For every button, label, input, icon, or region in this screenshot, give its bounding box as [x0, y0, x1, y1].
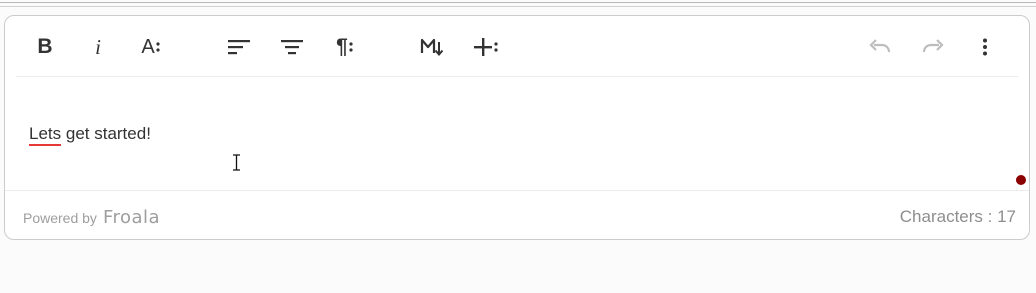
undo-icon	[869, 39, 891, 53]
italic-icon: i	[95, 34, 101, 59]
font-size-icon: A	[141, 36, 160, 59]
align-center-button[interactable]	[275, 31, 309, 63]
rich-text-editor: B i A ¶ Lets get started! Powered by Fro…	[4, 15, 1030, 240]
plus-icon	[473, 37, 499, 57]
italic-button[interactable]: i	[81, 31, 115, 63]
paragraph-icon: ¶	[336, 35, 354, 59]
align-left-icon	[228, 40, 250, 55]
top-divider	[0, 2, 1036, 3]
status-indicator-dot	[1016, 175, 1026, 185]
powered-by[interactable]: Powered by Froala	[23, 207, 160, 228]
editor-toolbar: B i A ¶	[5, 16, 1029, 78]
bold-button[interactable]: B	[28, 31, 62, 63]
more-options-button[interactable]	[968, 31, 1002, 63]
insert-more-button[interactable]	[469, 31, 503, 63]
markdown-button[interactable]	[416, 31, 450, 63]
editor-footer: Powered by Froala Characters : 17	[5, 191, 1029, 240]
markdown-icon	[420, 38, 444, 57]
redo-icon	[922, 39, 944, 53]
bold-icon: B	[37, 35, 53, 58]
editor-text[interactable]: Lets get started!	[29, 124, 151, 146]
editor-content-area[interactable]: Lets get started!	[5, 78, 1029, 190]
toolbar-divider	[16, 76, 1018, 77]
undo-button[interactable]	[863, 31, 897, 63]
top-divider-secondary	[0, 6, 1036, 7]
character-count: Characters : 17	[899, 207, 1016, 226]
align-center-icon	[281, 40, 303, 55]
font-size-button[interactable]: A	[134, 31, 168, 63]
powered-by-label: Powered by	[23, 209, 97, 226]
paragraph-format-button[interactable]: ¶	[328, 31, 362, 63]
more-vertical-icon	[983, 38, 987, 56]
editor-text-rest: get started!	[61, 124, 151, 143]
align-left-button[interactable]	[222, 31, 256, 63]
text-cursor-icon	[233, 154, 240, 171]
redo-button[interactable]	[916, 31, 950, 63]
misspelled-word[interactable]: Lets	[29, 124, 62, 146]
froala-logo: Froala	[102, 207, 161, 228]
